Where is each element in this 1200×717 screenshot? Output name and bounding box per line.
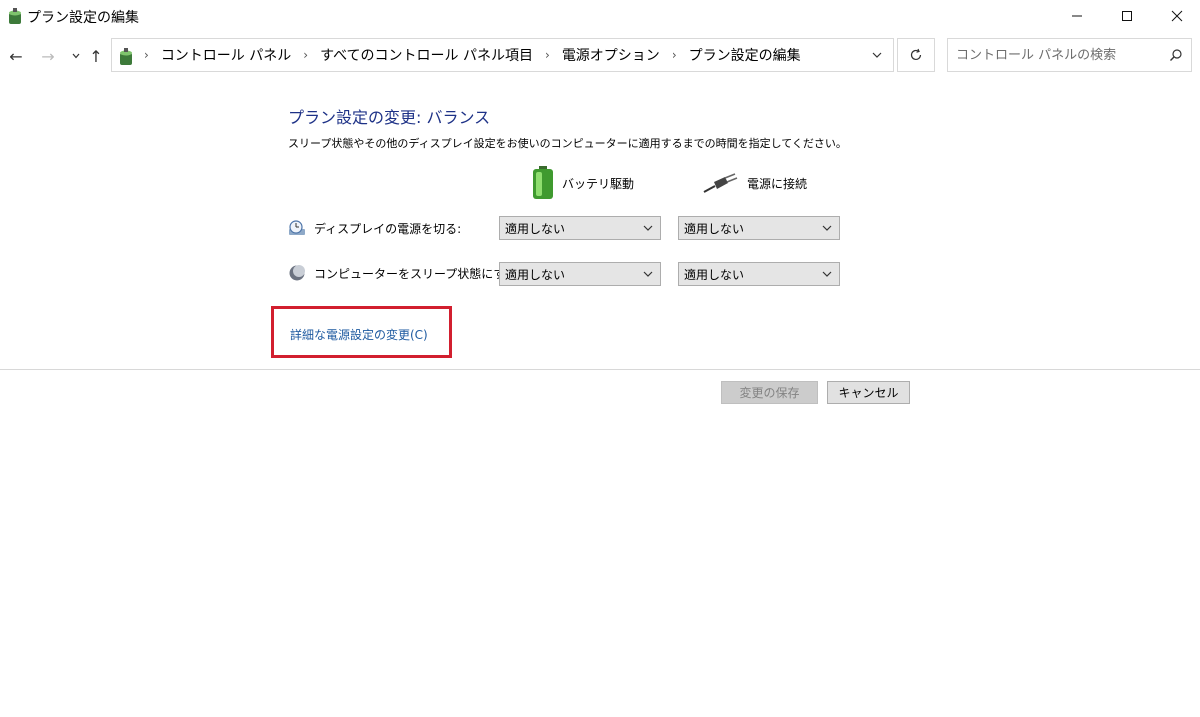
save-changes-button[interactable]: 変更の保存 <box>721 381 818 404</box>
refresh-icon <box>910 48 922 61</box>
footer-divider <box>0 369 1200 370</box>
chevron-right-icon: › <box>144 48 149 62</box>
back-button[interactable]: ← <box>6 44 26 68</box>
select-value: 適用しない <box>505 221 566 236</box>
breadcrumb-control-panel[interactable]: コントロール パネル <box>161 45 291 65</box>
display-off-row-label: ディスプレイの電源を切る: <box>288 216 461 240</box>
maximize-icon <box>1122 11 1132 21</box>
address-dropdown-button[interactable] <box>869 47 885 63</box>
sleep-moon-icon <box>289 265 305 281</box>
forward-button[interactable]: → <box>38 44 58 68</box>
chevron-down-icon <box>872 52 882 58</box>
search-icon[interactable] <box>1169 48 1183 62</box>
chevron-down-icon <box>72 53 80 59</box>
display-off-label: ディスプレイの電源を切る: <box>314 221 462 236</box>
chevron-right-icon[interactable]: › <box>545 48 550 62</box>
page-description: スリープ状態やその他のディスプレイ設定をお使いのコンピューターに適用するまでの時… <box>288 137 847 150</box>
sleep-row-label: コンピューターをスリープ状態にする: <box>288 261 521 285</box>
breadcrumb-all-items[interactable]: すべてのコントロール パネル項目 <box>320 45 533 65</box>
page-title: プラン設定の変更: バランス <box>288 108 491 127</box>
display-clock-icon <box>289 220 305 235</box>
main-content: プラン設定の変更: バランス スリープ状態やその他のディスプレイ設定をお使いのコ… <box>0 80 1200 370</box>
select-value: 適用しない <box>684 221 745 236</box>
power-options-icon <box>9 8 21 24</box>
chevron-right-icon[interactable]: › <box>672 48 677 62</box>
power-plug-icon <box>703 173 738 193</box>
display-off-battery-select[interactable]: 適用しない <box>499 216 661 240</box>
breadcrumb-edit-plan[interactable]: プラン設定の編集 <box>689 45 801 65</box>
title-bar: プラン設定の編集 <box>0 0 1200 32</box>
minimize-button[interactable] <box>1054 0 1100 32</box>
minimize-icon <box>1072 15 1082 17</box>
select-value: 適用しない <box>684 267 745 282</box>
chevron-down-icon <box>643 225 653 231</box>
column-header-plugged-in: 電源に接続 <box>703 166 807 200</box>
column-header-battery: バッテリ駆動 <box>532 166 634 200</box>
search-box[interactable] <box>947 38 1192 72</box>
sleep-battery-select[interactable]: 適用しない <box>499 262 661 286</box>
close-icon <box>1171 10 1183 22</box>
chevron-down-icon <box>822 225 832 231</box>
chevron-right-icon[interactable]: › <box>303 48 308 62</box>
maximize-button[interactable] <box>1104 0 1150 32</box>
advanced-power-settings-link[interactable]: 詳細な電源設定の変更(C) <box>290 326 428 343</box>
close-button[interactable] <box>1154 0 1200 32</box>
chevron-down-icon <box>822 271 832 277</box>
up-button[interactable]: ↑ <box>86 44 106 68</box>
navigation-bar: ← → ↑ › コントロール パネル › すべてのコントロール パネル項目 › … <box>0 36 1200 76</box>
select-value: 適用しない <box>505 267 566 282</box>
recent-locations-button[interactable] <box>66 44 86 68</box>
sleep-plugged-select[interactable]: 適用しない <box>678 262 840 286</box>
refresh-button[interactable] <box>897 38 935 72</box>
arrow-right-icon: → <box>41 46 55 66</box>
address-bar[interactable]: › コントロール パネル › すべてのコントロール パネル項目 › 電源オプショ… <box>111 38 894 72</box>
display-off-plugged-select[interactable]: 適用しない <box>678 216 840 240</box>
battery-label: バッテリ駆動 <box>562 176 635 191</box>
sleep-label: コンピューターをスリープ状態にする: <box>314 266 522 281</box>
battery-icon <box>533 166 553 199</box>
arrow-left-icon: ← <box>9 46 23 66</box>
window-title: プラン設定の編集 <box>27 10 139 26</box>
search-input[interactable] <box>956 45 1156 65</box>
arrow-up-icon: ↑ <box>89 46 103 66</box>
chevron-down-icon <box>643 271 653 277</box>
plugged-in-label: 電源に接続 <box>747 176 808 191</box>
breadcrumb-power-options[interactable]: 電源オプション <box>562 45 660 65</box>
control-panel-icon <box>120 48 132 65</box>
breadcrumb: › コントロール パネル › すべてのコントロール パネル項目 › 電源オプショ… <box>144 39 801 71</box>
cancel-button[interactable]: キャンセル <box>827 381 910 404</box>
